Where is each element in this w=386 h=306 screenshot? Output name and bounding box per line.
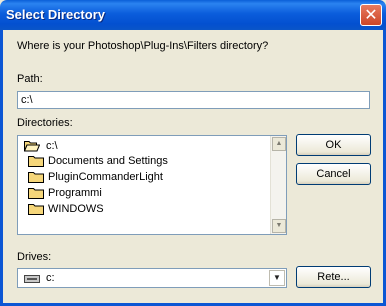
folder-icon — [28, 188, 44, 199]
folder-icon — [28, 172, 44, 183]
window-frame-left — [0, 30, 3, 306]
ok-button[interactable]: OK — [296, 134, 371, 156]
title-bar[interactable]: Select Directory ✕ — [0, 0, 386, 30]
chevron-down-icon[interactable]: ▼ — [269, 270, 285, 286]
drive-icon — [24, 275, 40, 283]
directories-label: Directories: — [17, 117, 73, 129]
prompt-text: Where is your Photoshop\Plug-Ins\Filters… — [17, 40, 269, 52]
path-label: Path: — [17, 73, 43, 85]
vertical-scrollbar[interactable]: ▲ ▼ — [270, 136, 286, 234]
folder-icon — [28, 204, 44, 215]
list-item-label: Documents and Settings — [48, 155, 168, 167]
close-button[interactable]: ✕ — [360, 4, 382, 26]
network-button[interactable]: Rete... — [296, 266, 371, 288]
list-item-label: PluginCommanderLight — [48, 171, 163, 183]
cancel-button[interactable]: Cancel — [296, 163, 371, 185]
path-input[interactable]: c:\ — [17, 91, 370, 109]
list-item-label: WINDOWS — [48, 203, 104, 215]
list-item-label: c:\ — [46, 140, 58, 152]
directories-listbox[interactable]: c:\ Documents and Settings PluginCommand… — [17, 135, 287, 235]
drives-label: Drives: — [17, 251, 52, 263]
list-item-label: Programmi — [48, 187, 102, 199]
window-title: Select Directory — [6, 7, 105, 22]
open-folder-icon — [24, 141, 40, 152]
drives-select[interactable]: c: ▼ — [17, 268, 287, 288]
scroll-down-icon[interactable]: ▼ — [272, 219, 286, 233]
drives-selected-value: c: — [46, 272, 55, 284]
close-icon: ✕ — [364, 5, 378, 24]
scroll-up-icon[interactable]: ▲ — [272, 137, 286, 151]
folder-icon — [28, 156, 44, 167]
